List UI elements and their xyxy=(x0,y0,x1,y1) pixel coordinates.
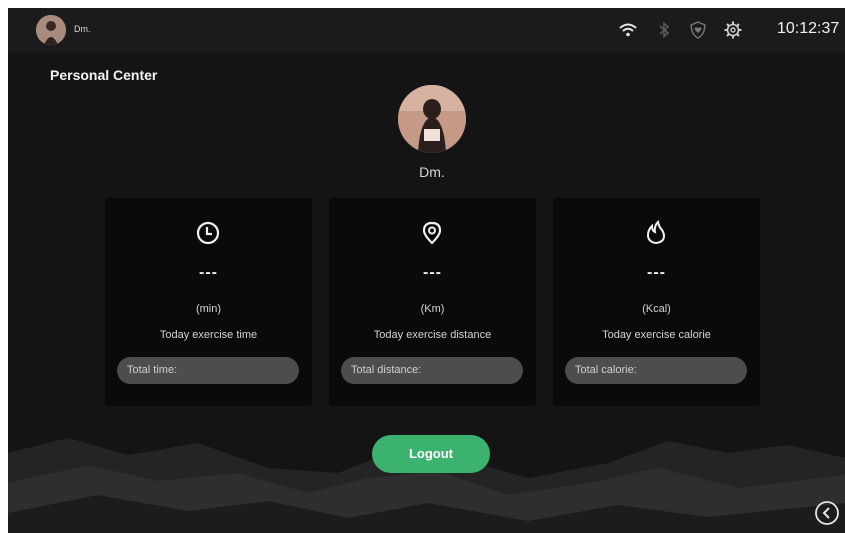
exercise-time-caption: Today exercise time xyxy=(159,329,258,341)
exercise-time-unit: (min) xyxy=(195,303,222,315)
exercise-calorie-value: --- xyxy=(647,264,666,281)
logout-button[interactable]: Logout xyxy=(372,435,490,473)
total-time-field: Total time: xyxy=(117,357,299,384)
status-bar: Dm. 10:12:37 xyxy=(8,8,845,52)
profile-avatar[interactable] xyxy=(398,85,466,153)
flame-icon xyxy=(646,220,666,245)
exercise-time-value: --- xyxy=(199,264,218,281)
back-icon[interactable] xyxy=(814,500,840,526)
clock-icon xyxy=(196,221,220,245)
exercise-calorie-card: --- (Kcal) Today exercise calorie Total … xyxy=(553,198,760,406)
avatar[interactable] xyxy=(36,15,66,45)
total-distance-field: Total distance: xyxy=(341,357,523,384)
exercise-calorie-unit: (Kcal) xyxy=(642,303,671,315)
exercise-distance-unit: (Km) xyxy=(420,303,445,315)
status-user-name: Dm. xyxy=(74,24,91,34)
exercise-calorie-caption: Today exercise calorie xyxy=(602,329,711,341)
exercise-distance-caption: Today exercise distance xyxy=(373,329,492,341)
exercise-distance-value: --- xyxy=(423,264,442,281)
personal-center-screen: Dm. 10:12:37 Personal Center Dm. --- (mi… xyxy=(8,8,845,533)
settings-icon[interactable] xyxy=(723,20,743,40)
bluetooth-icon xyxy=(659,21,670,39)
shield-heart-icon[interactable] xyxy=(688,20,708,40)
wifi-icon xyxy=(619,23,637,37)
location-pin-icon xyxy=(422,221,442,245)
exercise-distance-card: --- (Km) Today exercise distance Total d… xyxy=(329,198,536,406)
exercise-time-card: --- (min) Today exercise time Total time… xyxy=(105,198,312,406)
profile-user-name: Dm. xyxy=(419,164,445,180)
total-calorie-field: Total calorie: xyxy=(565,357,747,384)
page-title: Personal Center xyxy=(50,67,158,83)
clock-time: 10:12:37 xyxy=(777,20,840,37)
